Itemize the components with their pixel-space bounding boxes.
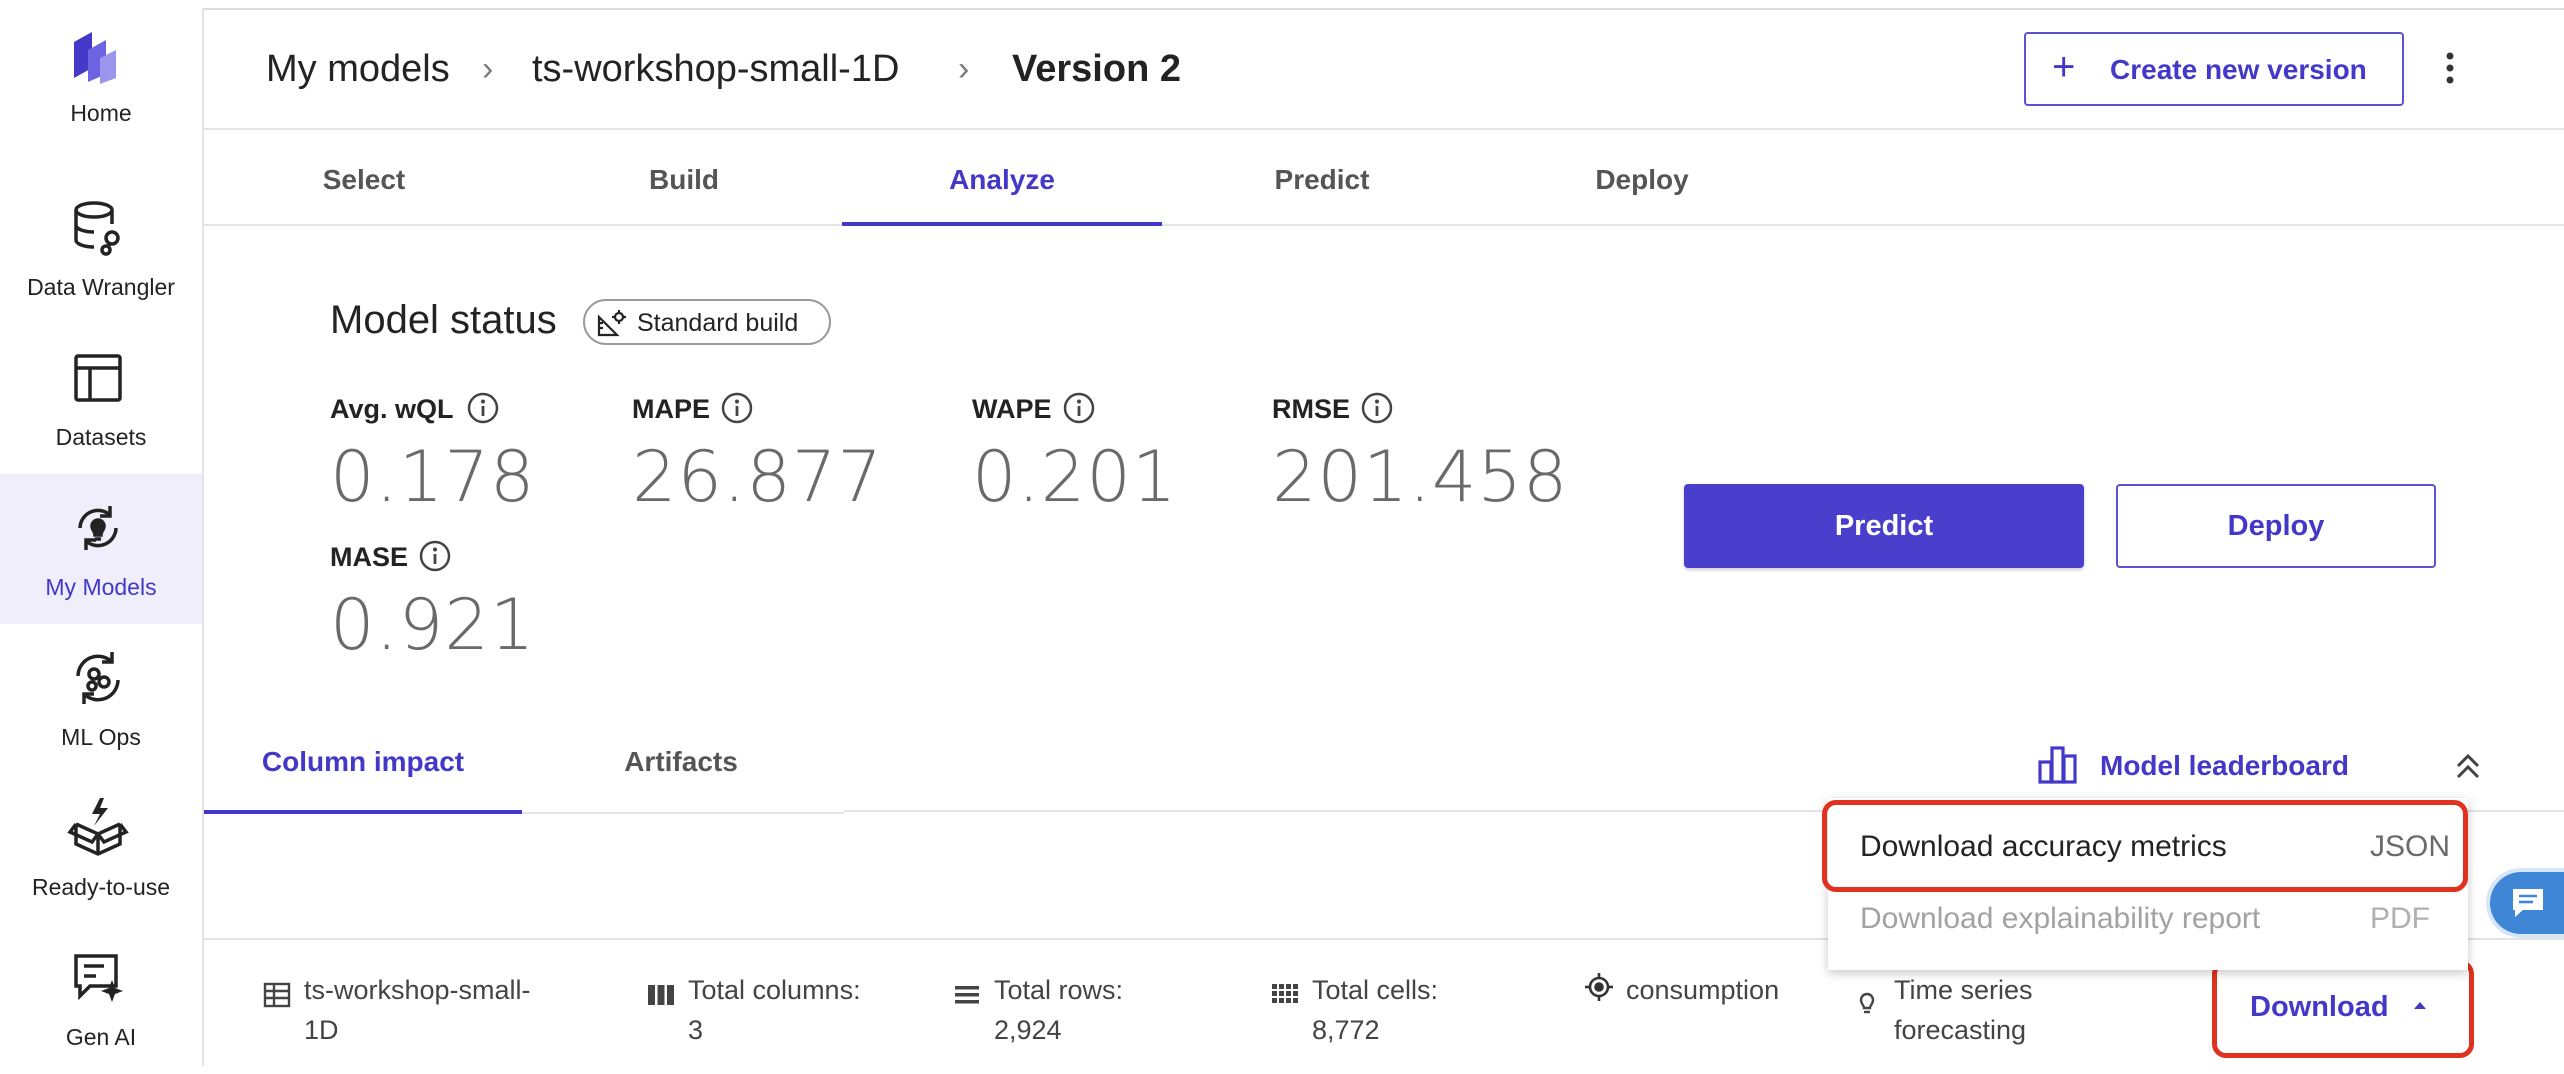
caret-up-icon [2414, 1002, 2426, 1009]
plus-icon: + [2052, 45, 2076, 89]
analysis-tabs: Column impact Artifacts [204, 730, 844, 814]
target-column-value: consumption [1626, 975, 1780, 1005]
sidebar-item-ready-to-use[interactable]: Ready-to-use [0, 774, 202, 924]
total-cells-value: Total cells: 8,772 [1312, 975, 1439, 1045]
metric-value: 0.178 [330, 436, 536, 518]
create-new-version-label: Create new version [2110, 54, 2367, 85]
breadcrumb-current-version: Version 2 [1012, 48, 1181, 90]
lightbulb-refresh-icon [78, 506, 118, 550]
info-icon[interactable] [1062, 391, 1096, 425]
menu-item-format: PDF [2370, 902, 2430, 935]
sidebar-item-label: Data Wrangler [27, 274, 175, 300]
leaderboard-bar-icon [2038, 746, 2077, 784]
total-rows-value: Total rows: 2,924 [994, 975, 1124, 1045]
sidebar-item-label: Gen AI [65, 1024, 137, 1050]
metric-value: 0.921 [330, 584, 536, 666]
tab-build-label: Build [649, 164, 719, 195]
sidebar-item-data-wrangler[interactable]: Data Wrangler [0, 174, 202, 324]
build-type-badge: Standard build [583, 299, 831, 345]
more-options-icon[interactable] [2430, 48, 2470, 88]
columns-icon [648, 985, 674, 1005]
top-border [0, 0, 2564, 10]
create-new-version-button[interactable]: + Create new version [2024, 32, 2404, 106]
deploy-button[interactable]: Deploy [2116, 484, 2436, 568]
tab-predict-label: Predict [1274, 164, 1370, 195]
tab-predict[interactable]: Predict [1162, 130, 1482, 224]
metric-value: 0.201 [972, 436, 1178, 518]
problem-type-value: Time series forecasting [1894, 975, 2033, 1045]
tab-analyze-label: Analyze [949, 164, 1055, 195]
dataset-name: ts-workshop-small- 1D [304, 975, 531, 1045]
target-icon [1585, 973, 1613, 1001]
metric-label: Avg. wQL [330, 394, 454, 424]
tab-artifacts-label: Artifacts [624, 746, 738, 777]
chat-assistant-button[interactable] [2490, 872, 2564, 934]
workflow-steps: Select Build Analyze Predict Deploy [204, 130, 2564, 226]
download-button[interactable]: Download [2218, 968, 2468, 1046]
metric-label: RMSE [1272, 394, 1351, 424]
sidebar: Home Data Wrangler Datasets My Models ML… [0, 8, 204, 1066]
tab-deploy[interactable]: Deploy [1482, 130, 1802, 224]
sidebar-item-ml-ops[interactable]: ML Ops [0, 624, 202, 774]
breadcrumb-my-models[interactable]: My models [266, 48, 450, 91]
chat-sparkle-icon [74, 954, 123, 1002]
sidebar-item-my-models[interactable]: My Models [0, 474, 202, 624]
database-icon [74, 201, 120, 256]
ml-ops-cycle-icon [76, 652, 120, 704]
table-icon [263, 982, 291, 1008]
rows-icon [955, 986, 979, 1004]
tab-build[interactable]: Build [524, 130, 844, 224]
download-label: Download [2250, 991, 2389, 1023]
box-bolt-icon [67, 798, 129, 856]
menu-item-label: Download explainability report [1860, 902, 2261, 935]
lightbulb-icon [1859, 992, 1875, 1014]
breadcrumb-separator-icon: › [482, 50, 494, 88]
metric-label: MAPE [632, 394, 711, 424]
tab-select-label: Select [322, 164, 406, 195]
info-icon[interactable] [466, 391, 500, 425]
sidebar-item-label: Datasets [55, 424, 147, 450]
tab-select[interactable]: Select [204, 130, 524, 224]
download-explainability-report-item: Download explainability report PDF [1828, 882, 2468, 954]
sidebar-item-label: Ready-to-use [31, 874, 171, 900]
chat-bubble-icon [2513, 889, 2543, 917]
tab-column-impact-label: Column impact [261, 746, 465, 777]
metric-value: 201.458 [1272, 436, 1569, 518]
metric-label: WAPE [972, 394, 1052, 424]
cells-grid-icon [1272, 984, 1298, 1003]
sidebar-item-home[interactable]: Home [0, 8, 202, 158]
download-accuracy-metrics-item[interactable]: Download accuracy metrics JSON [1828, 810, 2468, 882]
sidebar-item-gen-ai[interactable]: Gen AI [0, 924, 202, 1074]
tab-analyze[interactable]: Analyze [842, 130, 1162, 226]
build-type-label: Standard build [637, 309, 799, 337]
menu-item-label: Download accuracy metrics [1860, 830, 2227, 863]
info-icon[interactable] [720, 391, 754, 425]
model-leaderboard-link[interactable]: Model leaderboard [2036, 742, 2366, 786]
table-icon [74, 354, 122, 402]
sidebar-item-label: ML Ops [61, 724, 141, 750]
breadcrumb-model[interactable]: ts-workshop-small-1D [532, 48, 899, 91]
collapse-chevron-icon[interactable] [2448, 746, 2488, 786]
info-icon[interactable] [418, 539, 452, 573]
predict-button[interactable]: Predict [1684, 484, 2084, 568]
home-logo-icon [74, 32, 116, 84]
total-columns-value: Total columns: 3 [688, 975, 861, 1045]
metric-value: 26.877 [632, 436, 883, 518]
ruler-gear-icon [597, 310, 626, 337]
sidebar-item-label: Home [70, 100, 132, 126]
model-status-title: Model status [330, 298, 557, 342]
tab-artifacts[interactable]: Artifacts [522, 730, 840, 812]
tab-deploy-label: Deploy [1595, 164, 1689, 195]
tab-column-impact[interactable]: Column impact [204, 730, 522, 814]
info-icon[interactable] [1360, 391, 1394, 425]
download-menu: Download accuracy metrics JSON Download … [1828, 798, 2468, 970]
sidebar-item-datasets[interactable]: Datasets [0, 324, 202, 474]
model-leaderboard-label: Model leaderboard [2100, 750, 2349, 781]
sidebar-item-label: My Models [45, 574, 157, 600]
page-header: My models › ts-workshop-small-1D › Versi… [204, 10, 2564, 130]
metric-label: MASE [330, 542, 409, 572]
breadcrumb-separator-icon: › [958, 50, 970, 88]
menu-item-format: JSON [2369, 830, 2450, 863]
